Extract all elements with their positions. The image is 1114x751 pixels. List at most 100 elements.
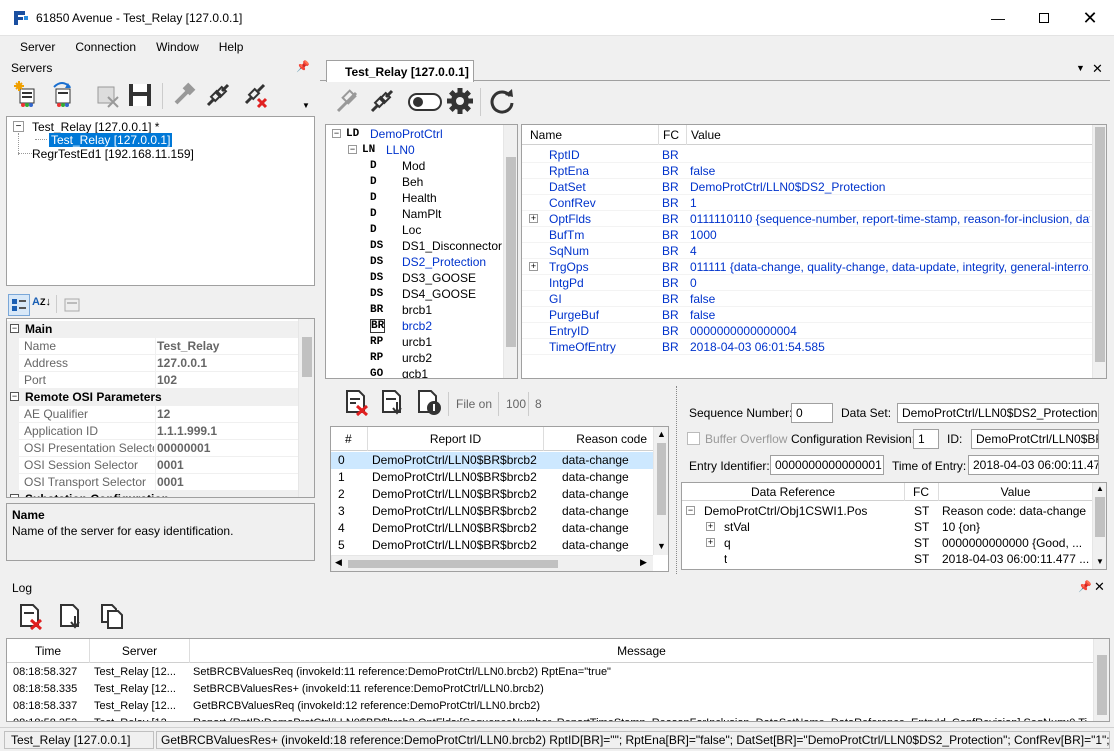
report-row[interactable]: 4 DemoProtCtrl/LLN0$BR$brcb2 data-change — [331, 520, 653, 537]
column-header-message[interactable]: Message — [189, 639, 1093, 663]
column-header-time[interactable]: Time — [7, 639, 89, 663]
column-header-value[interactable]: Value — [686, 125, 721, 145]
scroll-up-icon[interactable]: ▲ — [657, 429, 666, 439]
server-node[interactable]: Test_Relay [127.0.0.1] * — [32, 120, 159, 134]
attribute-value[interactable]: 1 — [690, 195, 1090, 211]
alphabetical-icon[interactable]: AZ↓ — [32, 296, 51, 308]
collapse-icon[interactable]: − — [10, 392, 19, 401]
attribute-value[interactable]: 011111 {data-change, quality-change, dat… — [690, 259, 1090, 275]
data-value[interactable]: Reason code: data-change — [942, 503, 1090, 519]
property-row[interactable]: Address 127.0.0.1 — [7, 355, 299, 372]
column-header-value[interactable]: Value — [938, 483, 1092, 501]
tree-node-gcb1[interactable]: gcb1 — [402, 366, 428, 378]
scroll-down-icon[interactable]: ▼ — [1096, 557, 1104, 566]
column-header-data-reference[interactable]: Data Reference — [682, 483, 904, 501]
attribute-row[interactable]: EntryID BR 0000000000000004 — [522, 323, 1092, 339]
attribute-value[interactable]: 2018-04-03 06:01:54.585 — [690, 339, 1090, 355]
property-value[interactable]: 00000001 — [157, 440, 210, 457]
attribute-value[interactable]: 4 — [690, 243, 1090, 259]
scroll-down-icon[interactable]: ▼ — [657, 541, 666, 551]
attribute-value[interactable]: 0000000000000004 — [690, 323, 1090, 339]
property-row[interactable]: Application ID 1.1.1.999.1 — [7, 423, 299, 440]
expand-icon[interactable]: + — [706, 522, 715, 531]
entry-identifier-field[interactable]: 0000000000000001 — [770, 455, 884, 475]
property-grid-scrollbar[interactable] — [298, 319, 314, 497]
pin-icon[interactable]: 📌 — [1078, 580, 1092, 593]
property-category[interactable]: Main — [7, 321, 299, 338]
attribute-row[interactable]: TimeOfEntry BR 2018-04-03 06:01:54.585 — [522, 339, 1092, 355]
id-field[interactable]: DemoProtCtrl/LLN0$BR$brcb2 — [971, 429, 1099, 449]
maximize-button[interactable] — [1021, 0, 1067, 36]
scrollbar-thumb[interactable] — [657, 443, 666, 515]
attribute-value[interactable]: DemoProtCtrl/LLN0$DS2_Protection — [690, 179, 1090, 195]
copy-server-icon[interactable] — [50, 81, 78, 109]
menu-connection[interactable]: Connection — [65, 37, 146, 57]
attribute-row[interactable]: RptID BR — [522, 147, 1092, 163]
remove-server-icon[interactable] — [94, 81, 122, 109]
attribute-value[interactable]: 0111110110 {sequence-number, report-time… — [690, 211, 1090, 227]
scroll-up-icon[interactable]: ▲ — [1096, 484, 1104, 493]
tree-node-brcb1[interactable]: brcb1 — [402, 302, 432, 318]
disconnect-icon[interactable] — [204, 81, 232, 109]
attribute-row[interactable]: IntgPd BR 0 — [522, 275, 1092, 291]
column-header-server[interactable]: Server — [89, 639, 189, 663]
detail-row[interactable]: + q ST 0000000000000 {Good, ... — [682, 535, 1092, 551]
detail-row[interactable]: + stVal ST 10 {on} — [682, 519, 1092, 535]
report-log-icon[interactable] — [414, 388, 442, 416]
scrollbar-thumb[interactable] — [1095, 497, 1105, 537]
attribute-row[interactable]: RptEna BR false — [522, 163, 1092, 179]
menu-help[interactable]: Help — [209, 37, 254, 57]
collapse-icon[interactable]: − — [348, 145, 357, 154]
overflow-icon[interactable]: ▼ — [302, 101, 310, 110]
collapse-icon[interactable]: − — [332, 129, 341, 138]
menu-window[interactable]: Window — [146, 37, 209, 57]
disconnect-all-icon[interactable] — [242, 81, 270, 109]
attribute-row[interactable]: PurgeBuf BR false — [522, 307, 1092, 323]
categorized-button[interactable] — [8, 294, 30, 316]
tree-node-demoprotctrl[interactable]: DemoProtCtrl — [370, 126, 443, 142]
property-category[interactable]: Substation Configuration — [7, 491, 299, 497]
server-node-selected[interactable]: Test_Relay [127.0.0.1] — [49, 133, 173, 147]
property-row[interactable]: OSI Transport Selector 0001 — [7, 474, 299, 491]
detail-row[interactable]: t ST 2018-04-03 06:00:11.477 ... — [682, 551, 1092, 567]
tree-node-ds1_disconnector[interactable]: DS1_Disconnector — [402, 238, 502, 254]
log-close-icon[interactable]: ✕ — [1094, 579, 1105, 595]
column-header-fc[interactable]: FC — [904, 483, 938, 501]
data-value[interactable]: 10 {on} — [942, 519, 1090, 535]
file-on-label[interactable]: File on — [456, 397, 492, 411]
property-row[interactable]: OSI Presentation Selector 00000001 — [7, 440, 299, 457]
tab-close-icon[interactable]: ✕ — [1092, 61, 1103, 77]
attribute-row[interactable]: + OptFlds BR 0111110110 {sequence-number, r… — [522, 211, 1092, 227]
expand-icon[interactable]: − — [686, 506, 695, 515]
tree-node-health[interactable]: Health — [402, 190, 437, 206]
save-reports-icon[interactable] — [378, 388, 406, 416]
data-value[interactable]: 2018-04-03 06:00:11.477 ... — [942, 551, 1090, 567]
property-category[interactable]: Remote OSI Parameters — [7, 389, 299, 406]
add-server-icon[interactable] — [14, 81, 42, 109]
collapse-icon[interactable]: − — [10, 494, 19, 497]
detail-row[interactable]: − DemoProtCtrl/Obj1CSWI1.Pos ST Reason code… — [682, 503, 1092, 519]
clear-log-icon[interactable] — [16, 602, 44, 630]
column-header-report-id[interactable]: Report ID — [367, 427, 543, 451]
property-value[interactable]: Test_Relay — [157, 338, 219, 355]
menu-server[interactable]: Server — [10, 37, 65, 57]
attribute-row[interactable]: GI BR false — [522, 291, 1092, 307]
connect-icon[interactable] — [334, 87, 362, 115]
log-row[interactable]: 08:18:58.337 Test_Relay [12... GetBRCBValu… — [7, 698, 1093, 715]
detail-scrollbar[interactable]: ▲ ▼ — [1092, 483, 1106, 569]
tree-node-lln0[interactable]: LLN0 — [386, 142, 415, 158]
attribute-value[interactable]: 0 — [690, 275, 1090, 291]
log-row[interactable]: 08:18:58.335 Test_Relay [12... SetBRCBValu… — [7, 681, 1093, 698]
reports-hscrollbar[interactable]: ◀ ▶ — [331, 555, 653, 571]
model-tree-scrollbar[interactable] — [503, 125, 517, 378]
scrollbar-thumb[interactable] — [348, 560, 558, 568]
property-pages-icon[interactable] — [62, 295, 82, 315]
attribute-row[interactable]: ConfRev BR 1 — [522, 195, 1092, 211]
property-row[interactable]: Port 102 — [7, 372, 299, 389]
report-row[interactable]: 1 DemoProtCtrl/LLN0$BR$brcb2 data-change — [331, 469, 653, 486]
tree-node-loc[interactable]: Loc — [402, 222, 421, 238]
expand-icon[interactable]: + — [706, 538, 715, 547]
time-of-entry-field[interactable]: 2018-04-03 06:00:11.477 — [968, 455, 1099, 475]
report-row[interactable]: 2 DemoProtCtrl/LLN0$BR$brcb2 data-change — [331, 486, 653, 503]
tab-test-relay[interactable]: Test_Relay [127.0.0.1] — [326, 60, 474, 82]
